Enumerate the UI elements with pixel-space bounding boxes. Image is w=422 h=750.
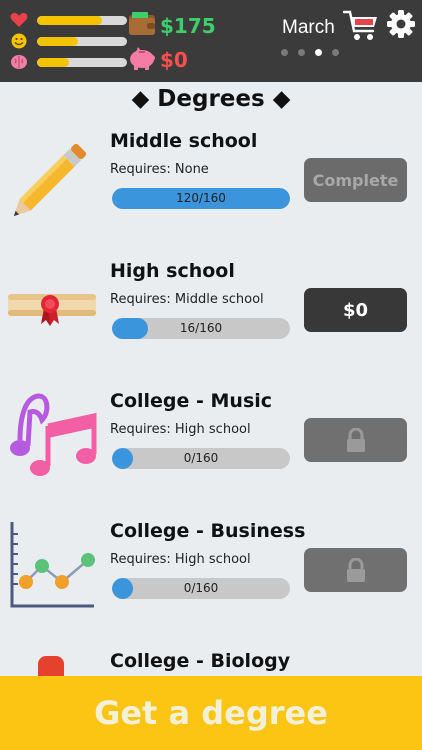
- page-indicator: [281, 49, 341, 57]
- smarts-bar: [37, 58, 127, 67]
- degree-row-college-music: College - Music Requires: High school 0/…: [0, 390, 422, 510]
- progress-text: 120/160: [176, 191, 226, 205]
- pencil-icon: [13, 143, 87, 217]
- buy-degree-button[interactable]: $0: [304, 288, 407, 332]
- smiley-icon: [11, 33, 27, 49]
- smarts-stat: [10, 54, 127, 70]
- page-dot[interactable]: [281, 49, 288, 56]
- locked-degree-button[interactable]: [304, 548, 407, 592]
- page-title: ◆ Degrees ◆: [131, 86, 291, 112]
- degree-progress-bar: 120/160: [112, 188, 290, 209]
- brain-icon: [11, 55, 27, 69]
- degree-row-college-business: College - Business Requires: High school…: [0, 520, 422, 640]
- current-month: March: [282, 17, 335, 38]
- degree-requirement: Requires: None: [110, 162, 209, 177]
- degree-name: High school: [110, 260, 235, 282]
- diploma-icon: [8, 294, 96, 326]
- degree-row-high-school: High school Requires: Middle school 16/1…: [0, 260, 422, 380]
- progress-text: 0/160: [183, 451, 219, 465]
- happiness-stat: [10, 33, 127, 49]
- get-a-degree-button[interactable]: Get a degree: [0, 676, 422, 750]
- locked-degree-button[interactable]: [304, 418, 407, 462]
- money-amount: $175: [160, 14, 216, 38]
- degree-progress-bar: 16/160: [112, 318, 290, 339]
- heart-icon: [10, 13, 28, 27]
- degree-progress-bar: 0/160: [112, 578, 290, 599]
- piggy-bank-icon: [130, 47, 155, 70]
- top-status-bar: $175 $0 March: [0, 0, 422, 82]
- degree-requirement: Requires: High school: [110, 552, 251, 567]
- degree-name: College - Music: [110, 390, 273, 412]
- settings-gear-icon[interactable]: [387, 10, 415, 38]
- lock-icon: [346, 558, 365, 582]
- progress-text: 0/160: [183, 581, 219, 595]
- wallet-icon: [129, 12, 155, 35]
- degree-progress-bar: 0/160: [112, 448, 290, 469]
- degree-name: College - Business: [110, 520, 306, 542]
- health-bar: [37, 16, 127, 25]
- wallet-money: $175: [128, 11, 248, 39]
- line-chart-icon: [10, 522, 95, 608]
- page-dot[interactable]: [298, 49, 305, 56]
- progress-text: 16/160: [179, 321, 223, 335]
- health-stat: [10, 12, 127, 28]
- degree-name: Middle school: [110, 130, 258, 152]
- page-dot[interactable]: [332, 49, 339, 56]
- degree-requirement: Requires: Middle school: [110, 292, 264, 307]
- savings-money: $0: [128, 45, 248, 73]
- shopping-cart-icon[interactable]: [343, 9, 379, 43]
- lock-icon: [346, 428, 365, 452]
- happiness-bar: [37, 37, 127, 46]
- music-notes-icon: [10, 393, 97, 476]
- complete-button[interactable]: Complete: [304, 158, 407, 202]
- degree-row-middle-school: Middle school Requires: None 120/160 Com…: [0, 130, 422, 250]
- savings-amount: $0: [160, 48, 188, 72]
- degree-requirement: Requires: High school: [110, 422, 251, 437]
- degree-name: College - Biology: [110, 650, 291, 672]
- page-dot-active[interactable]: [315, 49, 322, 56]
